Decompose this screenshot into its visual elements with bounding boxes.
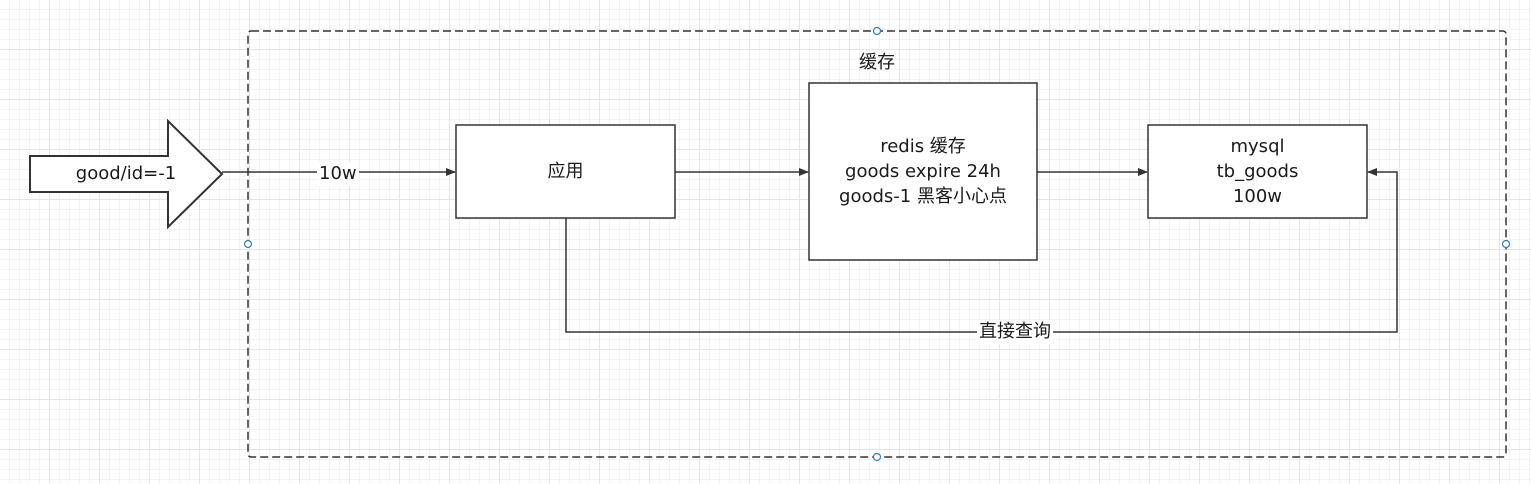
arrow-label: good/id=-1 xyxy=(75,163,177,184)
app-box-label: 应用 xyxy=(456,125,675,218)
edge-request-label: 10w xyxy=(317,162,359,186)
selection-handle-right[interactable] xyxy=(1501,239,1511,249)
diagram-canvas xyxy=(29,26,1511,462)
mysql-box-label: mysql tb_goods 100w xyxy=(1148,125,1367,218)
selection-handle-top[interactable] xyxy=(872,26,882,36)
mysql-label-line-2: tb_goods xyxy=(1216,161,1299,182)
selection-handle-bottom[interactable] xyxy=(872,452,882,462)
selection-handle-left[interactable] xyxy=(243,239,253,249)
cache-title: 缓存 xyxy=(859,52,895,73)
redis-box-label: redis 缓存 goods expire 24h goods-1 黑客小心点 xyxy=(809,83,1037,260)
redis-label-line-3: goods-1 黑客小心点 xyxy=(839,186,1007,207)
mysql-label-line-3: 100w xyxy=(1232,186,1283,207)
edge-direct-query-label: 直接查询 xyxy=(977,320,1053,344)
mysql-label-line-1: mysql xyxy=(1230,136,1285,157)
app-label-line: 应用 xyxy=(547,161,584,182)
redis-label-line-2: goods expire 24h xyxy=(845,161,1001,182)
redis-label-line-1: redis 缓存 xyxy=(880,136,966,157)
